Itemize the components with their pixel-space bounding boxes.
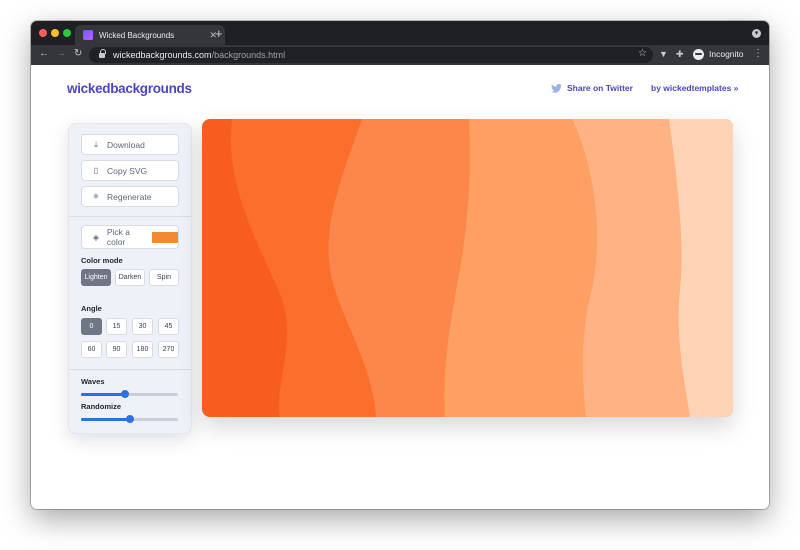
download-button[interactable]: ⤓ Download xyxy=(81,134,179,155)
share-on-twitter-link[interactable]: Share on Twitter xyxy=(551,83,633,93)
new-tab-button[interactable]: + xyxy=(215,26,223,41)
randomize-slider[interactable] xyxy=(81,414,178,424)
twitter-icon xyxy=(551,83,562,93)
tab-bar: Wicked Backgrounds ✕ + ▾ xyxy=(31,21,769,45)
controls-panel: ⤓ Download ▯ Copy SVG ✳ Regenerate ◈ Pic… xyxy=(68,123,192,434)
color-swatch xyxy=(152,231,178,243)
reload-button[interactable]: ↻ xyxy=(74,48,82,59)
minimize-window-button[interactable] xyxy=(51,29,59,37)
extension-v-icon[interactable]: ▼ xyxy=(659,49,668,59)
color-mode-lighten[interactable]: Lighten xyxy=(81,269,111,286)
download-icon: ⤓ xyxy=(94,139,98,149)
sparkle-icon: ✳ xyxy=(92,192,100,201)
address-bar[interactable]: wickedbackgrounds.com /backgrounds.html … xyxy=(89,47,653,63)
back-button[interactable]: ← xyxy=(39,48,49,59)
by-wickedtemplates-link[interactable]: by wickedtemplates » xyxy=(651,83,738,93)
slider-thumb[interactable] xyxy=(120,390,129,398)
favicon-icon xyxy=(83,30,93,40)
window-menu-icon[interactable]: ▾ xyxy=(752,29,761,38)
regenerate-label: Regenerate xyxy=(107,191,152,202)
angle-270[interactable]: 270 xyxy=(158,341,179,358)
page-content: wickedbackgrounds Share on Twitter by wi… xyxy=(31,65,769,509)
browser-window: Wicked Backgrounds ✕ + ▾ ← → ↻ wickedbac… xyxy=(31,21,769,509)
site-logo[interactable]: wickedbackgrounds xyxy=(67,81,192,96)
randomize-label: Randomize xyxy=(81,402,122,411)
browser-tab[interactable]: Wicked Backgrounds ✕ xyxy=(75,25,225,45)
panel-divider xyxy=(69,216,191,217)
angle-0[interactable]: 0 xyxy=(81,318,102,335)
incognito-icon[interactable] xyxy=(693,49,704,60)
angle-90[interactable]: 90 xyxy=(106,341,127,358)
slider-fill xyxy=(81,393,125,396)
panel-divider xyxy=(69,369,191,370)
bookmark-star-icon[interactable]: ☆ xyxy=(638,48,647,59)
background-preview xyxy=(202,119,733,417)
pick-color-label: Pick a color xyxy=(106,227,131,247)
waves-slider[interactable] xyxy=(81,389,178,399)
pick-color-button[interactable]: ◈ Pick a color xyxy=(81,225,179,249)
browser-menu-icon[interactable]: ⋮ xyxy=(753,48,763,59)
wave-background xyxy=(202,119,733,417)
extensions-puzzle-icon[interactable]: ✚ xyxy=(676,49,684,60)
color-mode-darken[interactable]: Darken xyxy=(115,269,145,286)
download-label: Download xyxy=(107,139,145,150)
angle-30[interactable]: 30 xyxy=(132,318,153,335)
maximize-window-button[interactable] xyxy=(63,29,71,37)
slider-thumb[interactable] xyxy=(125,415,134,423)
incognito-label[interactable]: Incognito xyxy=(709,49,744,59)
angle-label: Angle xyxy=(81,304,102,313)
color-mode-label: Color mode xyxy=(81,256,123,265)
paint-bucket-icon: ◈ xyxy=(92,232,99,242)
angle-45[interactable]: 45 xyxy=(158,318,179,335)
copy-svg-label: Copy SVG xyxy=(107,165,148,176)
forward-button[interactable]: → xyxy=(56,48,66,59)
clipboard-icon: ▯ xyxy=(93,166,99,175)
waves-label: Waves xyxy=(81,377,105,386)
regenerate-button[interactable]: ✳ Regenerate xyxy=(81,186,179,207)
angle-15[interactable]: 15 xyxy=(106,318,127,335)
copy-svg-button[interactable]: ▯ Copy SVG xyxy=(81,160,179,181)
color-mode-spin[interactable]: Spin xyxy=(149,269,179,286)
browser-toolbar: ← → ↻ wickedbackgrounds.com /backgrounds… xyxy=(31,45,769,65)
angle-180[interactable]: 180 xyxy=(132,341,153,358)
angle-60[interactable]: 60 xyxy=(81,341,102,358)
lock-icon xyxy=(99,48,106,59)
url-path: /backgrounds.html xyxy=(211,50,286,60)
tab-title: Wicked Backgrounds xyxy=(99,30,175,40)
url-host: wickedbackgrounds.com xyxy=(113,50,212,60)
close-window-button[interactable] xyxy=(39,29,47,37)
share-label: Share on Twitter xyxy=(567,83,633,93)
slider-fill xyxy=(81,418,130,421)
